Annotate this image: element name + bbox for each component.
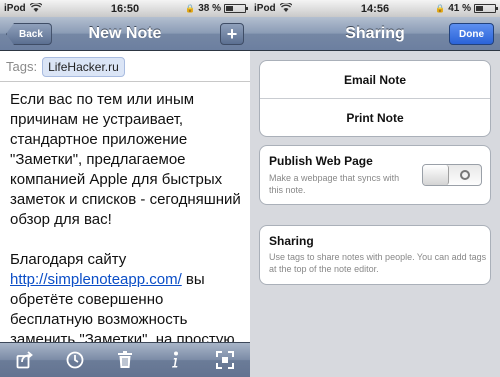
battery-icon (224, 4, 248, 13)
done-button[interactable]: Done (449, 23, 494, 45)
actions-group: Email Note Print Note (259, 60, 491, 137)
nav-bar: Sharing Done (250, 17, 500, 51)
page-title: New Note (88, 24, 162, 42)
carrier-label: iPod (4, 3, 26, 14)
publish-title: Publish Web Page (269, 154, 373, 168)
tag-chip[interactable]: LifeHacker.ru (42, 56, 125, 77)
publish-toggle[interactable] (422, 164, 482, 186)
page-title: Sharing (345, 24, 405, 42)
lock-icon: 🔒 (185, 4, 196, 13)
note-paragraph: Если вас по тем или иным причинам не уст… (10, 91, 241, 228)
email-note-button[interactable]: Email Note (260, 61, 490, 98)
wifi-icon (29, 1, 43, 15)
bottom-toolbar (0, 342, 250, 377)
status-bar: iPod 16:50 🔒 38 % (0, 0, 250, 17)
add-note-button[interactable]: + (220, 23, 244, 45)
nav-bar: Back New Note + (0, 17, 250, 51)
share-icon[interactable] (13, 348, 37, 372)
toggle-knob (423, 165, 449, 185)
publish-description: Make a webpage that syncs with this note… (269, 173, 400, 195)
lock-icon: 🔒 (435, 4, 446, 13)
battery-percent: 41 % (448, 3, 471, 14)
note-text: Благодаря сайту (10, 251, 127, 268)
clock-icon[interactable] (63, 348, 87, 372)
trash-icon[interactable] (113, 348, 137, 372)
status-bar: iPod 14:56 🔒 41 % (250, 0, 500, 17)
sharing-title: Sharing (269, 234, 314, 248)
note-link[interactable]: http://simplenoteapp.com/ (10, 271, 182, 288)
sharing-group: Sharing Use tags to share notes with peo… (259, 225, 491, 285)
fullscreen-icon[interactable] (213, 348, 237, 372)
tags-label: Tags: (6, 59, 38, 74)
carrier-label: iPod (254, 3, 276, 14)
note-paragraph: Благодаря сайту http://simplenoteapp.com… (10, 250, 244, 342)
clock: 16:50 (110, 2, 140, 15)
note-editor[interactable]: Если вас по тем или иным причинам не уст… (10, 90, 244, 342)
sharing-description: Use tags to share notes with people. You… (269, 252, 487, 274)
sharing-screen: iPod 14:56 🔒 41 % Sharing Done Email Not… (250, 0, 500, 377)
battery-percent: 38 % (198, 3, 221, 14)
tags-field[interactable]: Tags: LifeHacker.ru (0, 52, 250, 82)
new-note-screen: iPod 16:50 🔒 38 % Back New Note + Tags: … (0, 0, 250, 377)
print-note-button[interactable]: Print Note (260, 99, 490, 136)
info-icon[interactable] (163, 348, 187, 372)
wifi-icon (279, 1, 293, 15)
publish-group: Publish Web Page Make a webpage that syn… (259, 145, 491, 205)
toggle-off-icon (449, 170, 481, 180)
battery-icon (474, 4, 498, 13)
clock: 14:56 (360, 2, 390, 15)
back-button[interactable]: Back (6, 23, 52, 45)
